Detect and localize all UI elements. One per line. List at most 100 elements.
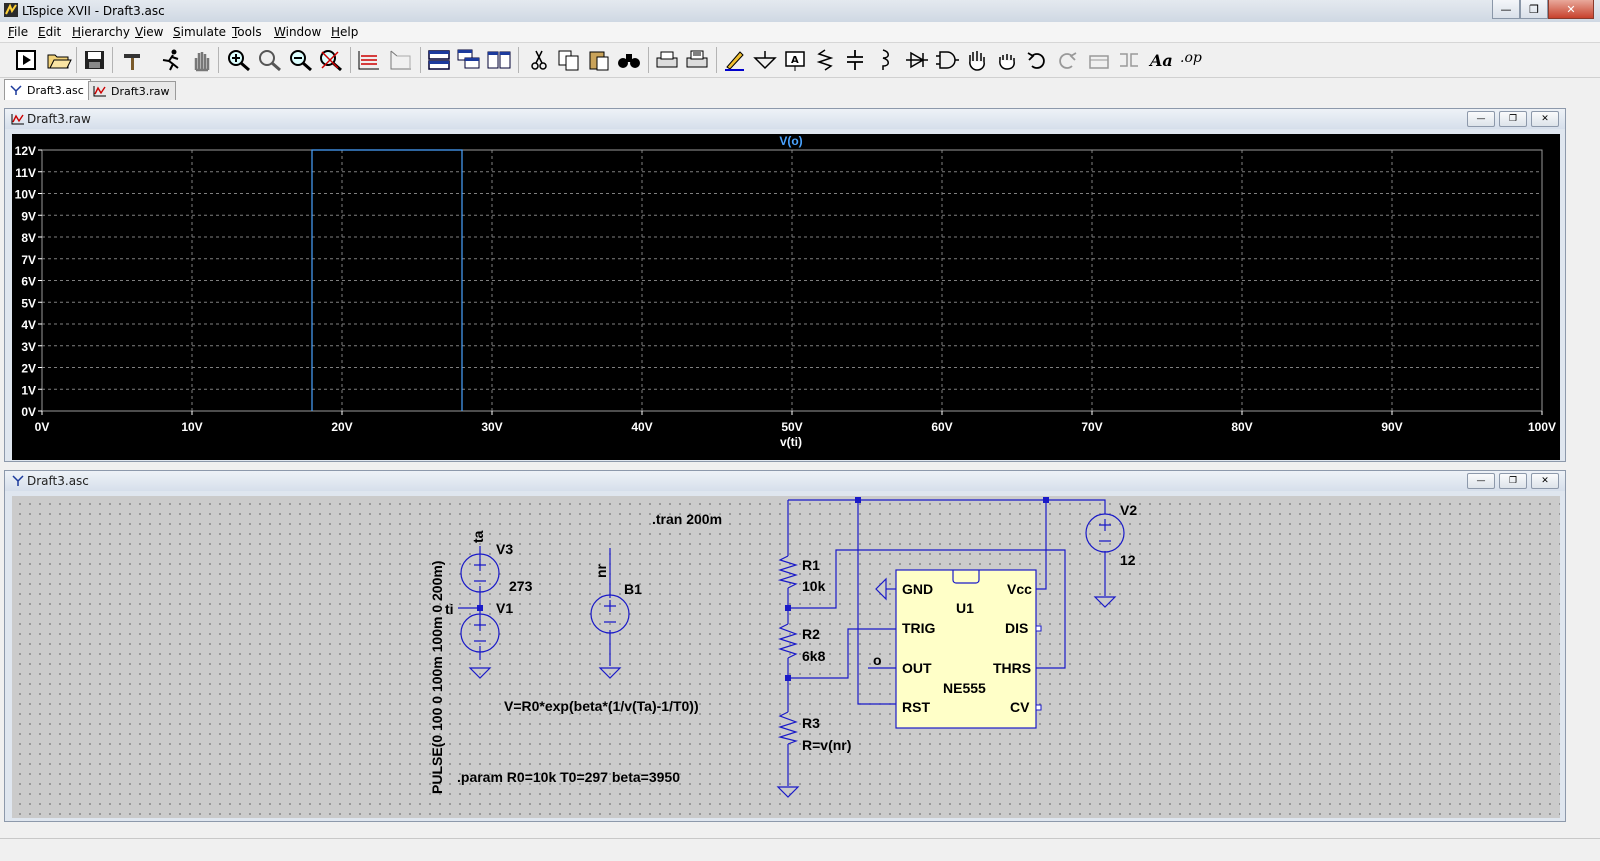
tran-directive[interactable]: .tran 200m <box>652 511 722 527</box>
undo-icon <box>1027 52 1045 69</box>
menu-view[interactable]: View <box>135 25 163 39</box>
schematic-canvas[interactable]: .tran 200m V3 273 ti V1 B1 V=R0*exp(beta… <box>12 496 1560 818</box>
r1-value[interactable]: 10k <box>802 578 826 594</box>
spice-directive-button[interactable]: .op <box>1180 50 1202 66</box>
v2-name[interactable]: V2 <box>1120 502 1137 518</box>
r3-value[interactable]: R=v(nr) <box>802 737 851 753</box>
close-button[interactable]: ✕ <box>1548 0 1594 19</box>
save-button[interactable] <box>82 48 108 72</box>
control-panel-button[interactable] <box>120 48 146 72</box>
zoom-in-button[interactable] <box>226 48 252 72</box>
hammer-icon <box>124 54 140 70</box>
paste-button[interactable] <box>586 48 612 72</box>
move-button[interactable] <box>964 48 990 72</box>
copy-button[interactable] <box>556 48 582 72</box>
v1-name[interactable]: V1 <box>496 600 513 616</box>
run-simulation-button[interactable] <box>158 48 184 72</box>
x-tick-label: 30V <box>481 420 502 434</box>
schematic-minimize-button[interactable]: — <box>1467 473 1495 489</box>
b1-expression[interactable]: V=R0*exp(beta*(1/v(Ta)-1/T0)) <box>504 698 699 714</box>
r2-name[interactable]: R2 <box>802 626 820 642</box>
drag-button[interactable] <box>994 48 1020 72</box>
v1-value[interactable]: PULSE(0 100 0 100m 100m 0 200m) <box>429 561 445 794</box>
menu-tools[interactable]: Tools <box>232 25 262 39</box>
ltspice-app-icon <box>4 3 18 17</box>
resistor-button[interactable] <box>812 48 838 72</box>
binoculars-icon <box>618 54 640 68</box>
redo-button[interactable] <box>1054 48 1080 72</box>
menu-hierarchy[interactable]: Hierarchy <box>72 25 130 39</box>
resistor-symbols[interactable] <box>777 555 799 745</box>
r1-name[interactable]: R1 <box>802 557 820 573</box>
capacitor-button[interactable] <box>842 48 868 72</box>
find-button[interactable] <box>616 48 642 72</box>
scissors-icon <box>531 50 547 70</box>
draw-wire-button[interactable] <box>722 48 748 72</box>
v3-value[interactable]: 273 <box>509 578 533 594</box>
new-schematic-button[interactable] <box>14 48 40 72</box>
menu-help[interactable]: Help <box>331 25 358 39</box>
window-title: LTspice XVII - Draft3.asc <box>22 4 165 18</box>
u1-part[interactable]: NE555 <box>943 680 986 696</box>
undo-button[interactable] <box>1024 48 1050 72</box>
b1-name[interactable]: B1 <box>624 581 642 597</box>
grid-button[interactable] <box>388 48 414 72</box>
label-net-button[interactable]: A <box>782 48 808 72</box>
u1-name[interactable]: U1 <box>956 600 974 616</box>
print-setup-button[interactable] <box>684 48 710 72</box>
r3-name[interactable]: R3 <box>802 715 820 731</box>
zoom-out-button[interactable] <box>288 48 314 72</box>
ground-button[interactable] <box>752 48 778 72</box>
zoom-fit-button[interactable] <box>318 48 344 72</box>
r2-value[interactable]: 6k8 <box>802 648 826 664</box>
menu-file[interactable]: File <box>8 25 28 39</box>
menu-edit[interactable]: Edit <box>38 25 61 39</box>
waveform-icon <box>93 86 106 97</box>
net-ti-label[interactable]: ti <box>445 601 454 617</box>
y-tick-label: 6V <box>21 275 36 289</box>
waveform-minimize-button[interactable]: — <box>1467 111 1495 127</box>
zoom-pan-button[interactable] <box>257 48 283 72</box>
net-ta-label[interactable]: ta <box>470 530 486 543</box>
inductor-button[interactable] <box>872 48 898 72</box>
paste-icon <box>589 51 609 71</box>
schematic-close-button[interactable]: ✕ <box>1531 473 1559 489</box>
diode-button[interactable] <box>904 48 930 72</box>
hand-stop-icon <box>194 52 210 72</box>
net-nr-label[interactable]: nr <box>593 563 609 578</box>
x-tick-label: 80V <box>1231 420 1252 434</box>
net-o-label[interactable]: o <box>873 652 882 668</box>
minimize-button[interactable]: — <box>1492 0 1520 19</box>
print-button[interactable] <box>654 48 680 72</box>
waveform-restore-button[interactable]: ❐ <box>1499 111 1527 127</box>
rotate-button[interactable] <box>1086 48 1112 72</box>
component-button[interactable] <box>934 48 960 72</box>
tile-vertical-button[interactable] <box>486 48 512 72</box>
waveform-icon <box>11 114 24 125</box>
schematic-restore-button[interactable]: ❐ <box>1499 473 1527 489</box>
text-button[interactable]: Aa <box>1148 48 1174 72</box>
x-tick-label: 100V <box>1528 420 1556 434</box>
and-gate-icon <box>936 51 959 69</box>
menu-simulate[interactable]: Simulate <box>173 25 226 39</box>
param-directive[interactable]: .param R0=10k T0=297 beta=3950 <box>457 769 680 785</box>
waveform-close-button[interactable]: ✕ <box>1531 111 1559 127</box>
mirror-button[interactable] <box>1116 48 1142 72</box>
open-button[interactable] <box>46 48 72 72</box>
trace-label[interactable]: V(o) <box>779 134 802 148</box>
cut-button[interactable] <box>526 48 552 72</box>
dis-pin-terminal <box>1035 625 1042 632</box>
document-tab-bar: Draft3.asc Draft3.raw <box>0 79 1600 101</box>
tile-horizontal-button[interactable] <box>426 48 452 72</box>
tab-draft3-asc[interactable]: Draft3.asc <box>4 79 91 100</box>
maximize-button[interactable]: ❐ <box>1520 0 1548 19</box>
cascade-button[interactable] <box>456 48 482 72</box>
menu-window[interactable]: Window <box>274 25 321 39</box>
halt-button[interactable] <box>188 48 214 72</box>
v2-value[interactable]: 12 <box>1120 552 1136 568</box>
autorange-button[interactable] <box>356 48 382 72</box>
waveform-plot-area[interactable]: 0V 1V 2V 3V 4V 5V 6V 7V 8V 9V 10V 11V 12V 0V 10V 20V 30… <box>12 134 1560 460</box>
v3-name[interactable]: V3 <box>496 541 513 557</box>
y-tick-label: 9V <box>21 209 36 223</box>
tab-draft3-raw[interactable]: Draft3.raw <box>88 81 177 100</box>
